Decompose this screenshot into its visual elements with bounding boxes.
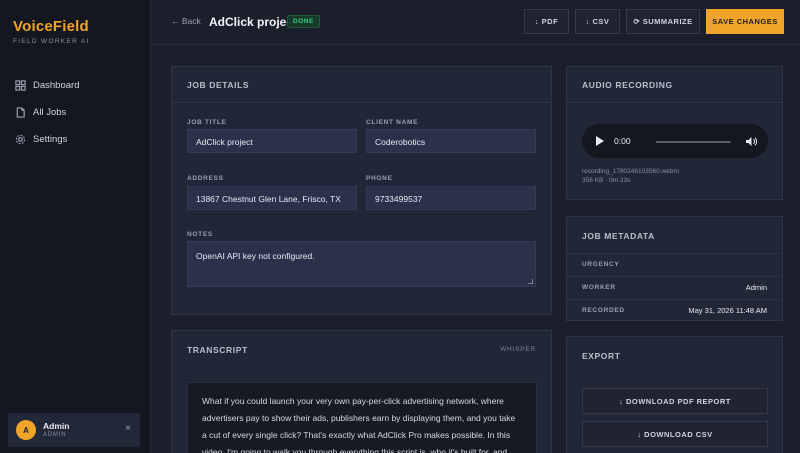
address-input[interactable]: 13867 Chestnut Glen Lane, Frisco, TX xyxy=(187,186,357,210)
user-card: A Admin ADMIN × xyxy=(8,413,140,447)
panel-title: JOB METADATA xyxy=(582,231,655,241)
transcript-text[interactable]: What if you could launch your very own p… xyxy=(187,382,537,453)
metadata-key: WORKER xyxy=(582,284,616,291)
metadata-value: Admin xyxy=(745,283,767,292)
export-panel: EXPORT ↓ DOWNLOAD PDF REPORT ↓ DOWNLOAD … xyxy=(566,336,783,453)
sidebar-item-settings[interactable]: Settings xyxy=(0,126,151,153)
back-link[interactable]: ← Back xyxy=(171,16,201,26)
sidebar-item-label: All Jobs xyxy=(33,107,67,118)
sidebar-item-dashboard[interactable]: Dashboard xyxy=(0,72,151,99)
sidebar-item-label: Settings xyxy=(33,134,68,145)
gear-icon xyxy=(15,134,26,145)
job-title-label: JOB TITLE xyxy=(187,119,227,126)
page-title: AdClick project xyxy=(209,15,298,29)
download-pdf-report-button[interactable]: ↓ DOWNLOAD PDF REPORT xyxy=(582,388,768,414)
panel-title: TRANSCRIPT xyxy=(187,345,248,355)
user-name: Admin xyxy=(43,421,70,431)
notes-text: OpenAI API key not configured. xyxy=(196,251,315,261)
metadata-value: May 31, 2026 11:48 AM xyxy=(688,306,767,315)
csv-button[interactable]: ↓ CSV xyxy=(575,9,620,34)
play-icon[interactable] xyxy=(596,136,604,146)
transcript-panel: TRANSCRIPT WHISPER What if you could lau… xyxy=(171,330,552,453)
sidebar-nav: Dashboard All Jobs Settings xyxy=(0,72,151,153)
client-name-input[interactable]: Coderobotics xyxy=(366,129,536,153)
avatar: A xyxy=(16,420,36,440)
metadata-row-recorded: RECORDED May 31, 2026 11:48 AM xyxy=(567,299,782,322)
sidebar: VoiceField FIELD WORKER AI Dashboard All… xyxy=(0,0,151,453)
notes-label: NOTES xyxy=(187,231,213,238)
status-badge: DONE xyxy=(287,15,320,28)
phone-input[interactable]: 9733499537 xyxy=(366,186,536,210)
sidebar-item-label: Dashboard xyxy=(33,80,80,91)
app-logo[interactable]: VoiceField xyxy=(13,18,89,35)
metadata-key: URGENCY xyxy=(582,261,620,268)
summarize-button[interactable]: ⟳ SUMMARIZE xyxy=(626,9,700,34)
page-header: ← Back AdClick project DONE ↓ PDF ↓ CSV … xyxy=(151,0,800,45)
document-icon xyxy=(16,107,25,118)
pdf-button[interactable]: ↓ PDF xyxy=(524,9,569,34)
metadata-row-urgency: URGENCY xyxy=(567,253,782,276)
panel-title: JOB DETAILS xyxy=(187,80,250,90)
client-name-label: CLIENT NAME xyxy=(366,119,419,126)
grid-icon xyxy=(15,80,26,91)
metadata-row-worker: WORKER Admin xyxy=(567,276,782,299)
notes-textarea[interactable]: OpenAI API key not configured. xyxy=(187,241,536,287)
panel-title: EXPORT xyxy=(582,351,621,361)
resize-handle-icon[interactable] xyxy=(528,279,533,284)
audio-file-info: 358 KB · 0m 23s xyxy=(582,177,631,184)
save-changes-button[interactable]: SAVE CHANGES xyxy=(706,9,784,34)
sidebar-item-all-jobs[interactable]: All Jobs xyxy=(0,99,151,126)
audio-recording-panel: AUDIO RECORDING 0:00 recording_178024610… xyxy=(566,66,783,200)
audio-player[interactable]: 0:00 xyxy=(582,124,768,158)
transcription-engine-label: WHISPER xyxy=(500,346,536,353)
phone-label: PHONE xyxy=(366,175,393,182)
audio-progress-bar[interactable] xyxy=(656,141,731,143)
download-csv-button[interactable]: ↓ DOWNLOAD CSV xyxy=(582,421,768,447)
address-label: ADDRESS xyxy=(187,175,224,182)
panel-title: AUDIO RECORDING xyxy=(582,80,673,90)
job-details-panel: JOB DETAILS JOB TITLE AdClick project CL… xyxy=(171,66,552,315)
job-title-input[interactable]: AdClick project xyxy=(187,129,357,153)
job-metadata-panel: JOB METADATA URGENCY WORKER Admin RECORD… xyxy=(566,216,783,321)
user-role: ADMIN xyxy=(43,432,67,438)
app-tagline: FIELD WORKER AI xyxy=(13,38,90,45)
audio-time: 0:00 xyxy=(614,136,631,146)
metadata-key: RECORDED xyxy=(582,307,625,314)
volume-icon[interactable] xyxy=(745,136,757,147)
audio-filename: recording_1780246103560.webm xyxy=(582,168,679,175)
close-icon[interactable]: × xyxy=(125,424,131,434)
